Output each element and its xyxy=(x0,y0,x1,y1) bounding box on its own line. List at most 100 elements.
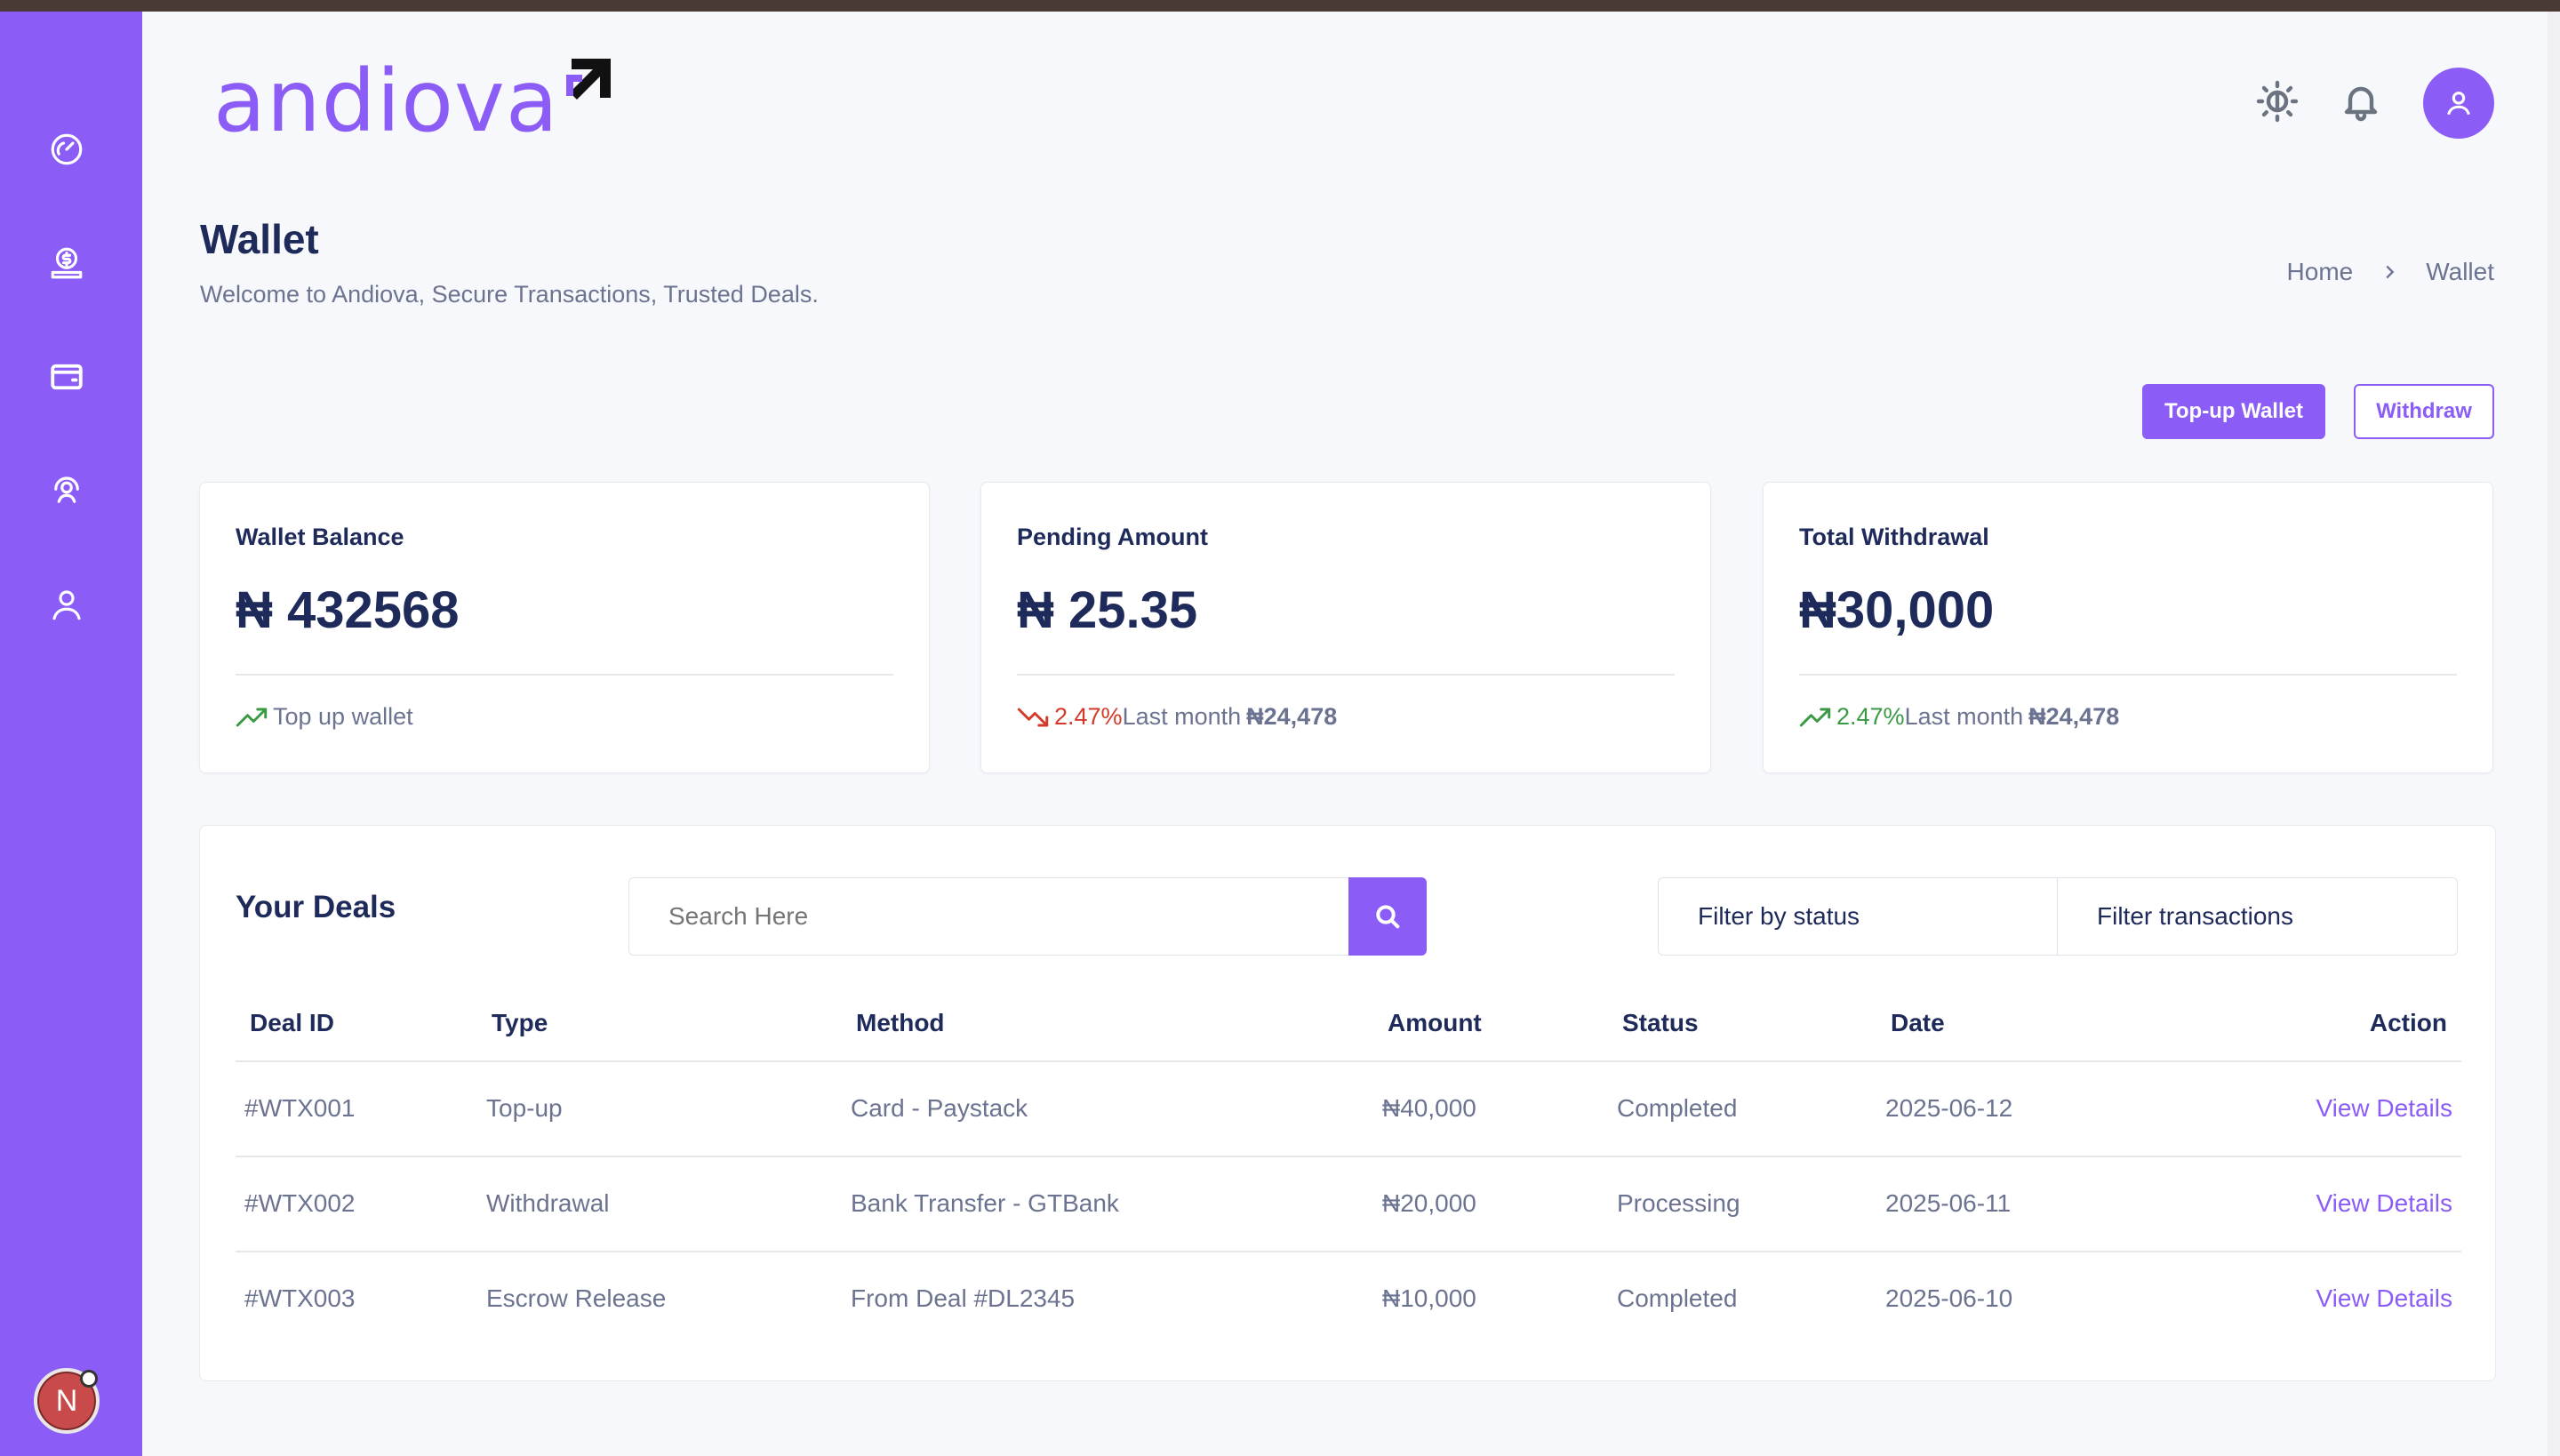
col-status: Status xyxy=(1622,1009,1699,1036)
sidebar: N xyxy=(0,12,142,1456)
deals-panel: Your Deals Filter by status Filter trans… xyxy=(199,825,2496,1381)
money-hand-icon xyxy=(51,247,83,279)
cell-type: Escrow Release xyxy=(486,1284,667,1312)
notifications-button[interactable] xyxy=(2340,80,2382,127)
trend-up-icon xyxy=(1799,708,1831,726)
table-row: #WTX001 Top-up Card - Paystack ₦40,000 C… xyxy=(236,1062,2461,1157)
col-date: Date xyxy=(1891,1009,1945,1036)
dev-tools-badge[interactable]: N xyxy=(34,1368,100,1434)
badge-dot xyxy=(80,1370,98,1388)
view-details-link[interactable]: View Details xyxy=(2316,1284,2452,1313)
cell-type: Top-up xyxy=(486,1094,563,1122)
card-footer-text: Last month xyxy=(1122,703,1242,730)
card-value: ₦ 25.35 xyxy=(1017,581,1198,639)
total-withdrawal-card: Total Withdrawal ₦30,000 2.47% Last mont… xyxy=(1763,482,2493,773)
card-divider xyxy=(1799,674,2457,676)
sidebar-item-deals[interactable] xyxy=(44,241,89,285)
user-avatar-button[interactable] xyxy=(2423,68,2494,139)
scrollbar[interactable] xyxy=(2548,12,2560,1456)
browser-top-strip xyxy=(0,0,2560,12)
card-footer-text: Top up wallet xyxy=(273,703,413,730)
card-footer[interactable]: Top up wallet xyxy=(236,703,413,731)
col-amount: Amount xyxy=(1388,1009,1482,1036)
cell-date: 2025-06-12 xyxy=(1885,1094,2013,1122)
theme-toggle-button[interactable] xyxy=(2256,80,2299,127)
cell-method: Bank Transfer - GTBank xyxy=(851,1189,1119,1217)
card-footer-text: Last month xyxy=(1904,703,2024,730)
trend-down: 2.47% xyxy=(1017,703,1123,731)
filter-transactions-select[interactable]: Filter transactions xyxy=(2058,877,2458,956)
support-person-icon xyxy=(54,476,79,503)
page-title: Wallet xyxy=(200,216,319,262)
card-label: Wallet Balance xyxy=(236,524,404,550)
card-divider xyxy=(1017,674,1675,676)
cell-status: Completed xyxy=(1617,1284,1738,1312)
logo-text: andiova xyxy=(213,52,559,151)
wallet-balance-card: Wallet Balance ₦ 432568 Top up wallet xyxy=(199,482,930,773)
sidebar-item-wallet[interactable] xyxy=(44,355,89,399)
col-deal-id: Deal ID xyxy=(250,1009,334,1036)
table-header: Deal ID Type Method Amount Status Date A… xyxy=(236,1000,2461,1062)
user-icon xyxy=(52,590,81,620)
card-footer: 2.47% Last month ₦24,478 xyxy=(1017,703,1337,731)
cell-date: 2025-06-11 xyxy=(1885,1189,2012,1217)
trend-percent: 2.47% xyxy=(1836,703,1905,730)
col-method: Method xyxy=(856,1009,945,1036)
trend-up-icon xyxy=(236,708,268,726)
deals-title: Your Deals xyxy=(236,890,396,924)
withdraw-button[interactable]: Withdraw xyxy=(2354,384,2494,439)
sidebar-item-support[interactable] xyxy=(44,468,89,513)
cell-status: Completed xyxy=(1617,1094,1738,1122)
sidebar-item-dashboard[interactable] xyxy=(44,127,89,172)
brand-logo[interactable]: andiova xyxy=(213,52,620,144)
card-footer-amount: ₦24,478 xyxy=(1246,703,1338,730)
card-footer-amount: ₦24,478 xyxy=(2028,703,2120,730)
cell-method: From Deal #DL2345 xyxy=(851,1284,1076,1312)
theme-toggle-icon xyxy=(2256,80,2299,122)
cell-id: #WTX003 xyxy=(244,1284,356,1312)
cell-status: Processing xyxy=(1617,1189,1740,1217)
user-avatar-icon xyxy=(2447,92,2470,116)
header-actions xyxy=(2256,68,2494,139)
table-row: #WTX003 Escrow Release From Deal #DL2345… xyxy=(236,1252,2461,1348)
filter-status-select[interactable]: Filter by status xyxy=(1658,877,2058,956)
card-value: ₦30,000 xyxy=(1799,581,1995,639)
cell-type: Withdrawal xyxy=(486,1189,610,1217)
col-type: Type xyxy=(492,1009,548,1036)
sidebar-item-profile[interactable] xyxy=(44,582,89,627)
chevron-right-icon xyxy=(2386,265,2395,279)
breadcrumb: Home Wallet xyxy=(2287,258,2494,286)
badge-letter: N xyxy=(55,1383,78,1418)
trend-percent: 2.47% xyxy=(1054,703,1123,730)
card-divider xyxy=(236,674,893,676)
cell-amount: ₦10,000 xyxy=(1382,1284,1476,1312)
search-button[interactable] xyxy=(1348,877,1427,956)
bell-icon xyxy=(2344,86,2378,121)
trend-down-icon xyxy=(1017,708,1049,726)
table-row: #WTX002 Withdrawal Bank Transfer - GTBan… xyxy=(236,1157,2461,1252)
cell-amount: ₦40,000 xyxy=(1382,1094,1476,1122)
speedometer-icon xyxy=(51,133,83,165)
breadcrumb-home[interactable]: Home xyxy=(2287,258,2354,286)
cell-method: Card - Paystack xyxy=(851,1094,1028,1122)
trend-up: 2.47% xyxy=(1799,703,1905,731)
topup-wallet-button[interactable]: Top-up Wallet xyxy=(2142,384,2325,439)
view-details-link[interactable]: View Details xyxy=(2316,1094,2452,1123)
page-subtitle: Welcome to Andiova, Secure Transactions,… xyxy=(200,281,819,308)
card-label: Pending Amount xyxy=(1017,524,1208,550)
wallet-icon xyxy=(51,364,83,390)
cell-id: #WTX002 xyxy=(244,1189,356,1217)
pending-amount-card: Pending Amount ₦ 25.35 2.47% Last month … xyxy=(980,482,1711,773)
col-action: Action xyxy=(2369,1009,2447,1036)
card-label: Total Withdrawal xyxy=(1799,524,1989,550)
cell-date: 2025-06-10 xyxy=(1885,1284,2013,1312)
view-details-link[interactable]: View Details xyxy=(2316,1189,2452,1218)
breadcrumb-current: Wallet xyxy=(2426,258,2494,285)
search-icon xyxy=(1376,905,1400,929)
card-value: ₦ 432568 xyxy=(236,581,460,639)
cell-id: #WTX001 xyxy=(244,1094,356,1122)
card-footer: 2.47% Last month ₦24,478 xyxy=(1799,703,2119,731)
cell-amount: ₦20,000 xyxy=(1382,1189,1476,1217)
logo-arrow-icon xyxy=(565,59,611,100)
search-input[interactable] xyxy=(628,877,1348,956)
